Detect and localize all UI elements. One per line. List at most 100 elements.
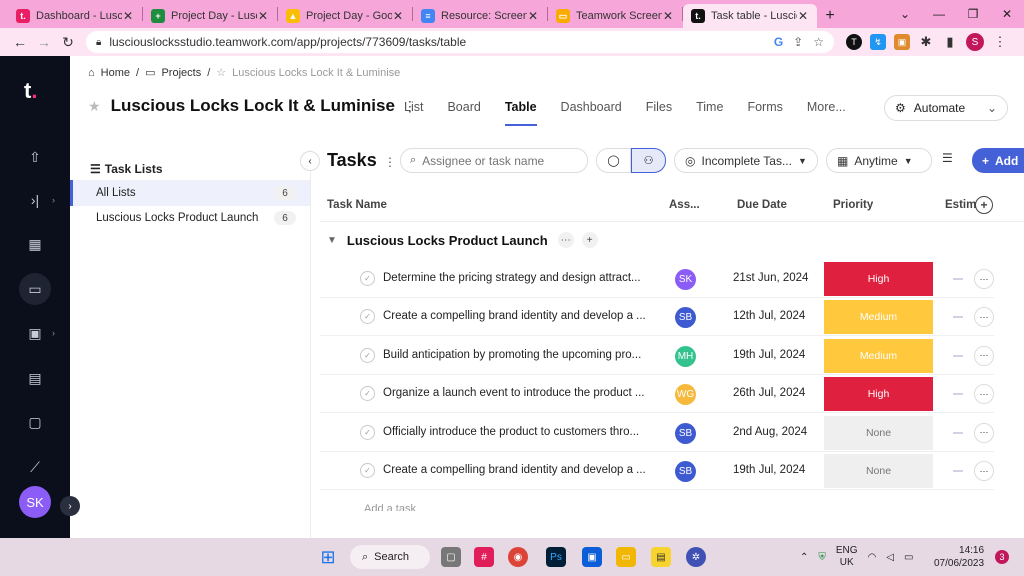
minimize-icon[interactable]: — [922, 0, 956, 28]
collapse-arrow-icon[interactable]: ›| [24, 189, 46, 211]
task-list-product-launch[interactable]: Luscious Locks Product Launch 6 [70, 205, 310, 231]
tab-time[interactable]: Time [696, 100, 723, 126]
complete-checkbox-icon[interactable]: ✓ [360, 424, 375, 440]
column-due-date[interactable]: Due Date [737, 199, 787, 211]
tab-close-icon[interactable]: ✕ [257, 9, 269, 23]
browser-tab[interactable]: ▭ Teamwork Screensh✕ [548, 4, 682, 28]
assignee-avatar[interactable]: SB [675, 461, 696, 482]
browser-tab[interactable]: t. Dashboard - Luscio ✕ [8, 4, 142, 28]
app-icon[interactable]: ✲ [686, 547, 706, 567]
browser-tab[interactable]: ≡ Resource: Screen Sh✕ [413, 4, 547, 28]
tab-files[interactable]: Files [646, 100, 672, 126]
task-name[interactable]: Officially introduce the product to cust… [383, 426, 645, 438]
slack-icon[interactable]: # [474, 547, 494, 567]
task-name[interactable]: Create a compelling brand identity and d… [383, 464, 645, 476]
breadcrumb-projects[interactable]: Projects [161, 67, 201, 79]
due-date[interactable]: 19th Jul, 2024 [733, 349, 805, 361]
task-view-icon[interactable]: ▢ [441, 547, 461, 567]
taskbar-search[interactable]: ⌕ Search [350, 545, 430, 569]
chrome-icon[interactable]: ◉ [508, 547, 528, 567]
rocket-icon[interactable]: ⇧ [24, 146, 46, 168]
tasks-options-icon[interactable]: ⋮ [384, 155, 396, 169]
back-icon[interactable]: ← [8, 34, 32, 50]
row-options-icon[interactable]: ⋯ [974, 269, 994, 289]
app-icon[interactable]: ▣ [582, 547, 602, 567]
reload-icon[interactable]: ↻ [56, 34, 80, 51]
chevron-down-icon[interactable]: ⌄ [987, 101, 997, 115]
task-name[interactable]: Organize a launch event to introduce the… [383, 387, 645, 399]
wifi-icon[interactable]: ◠ [868, 552, 877, 563]
sidepanel-icon[interactable]: ▮ [942, 34, 958, 50]
complete-checkbox-icon[interactable]: ✓ [360, 347, 375, 363]
group-options-icon[interactable]: ⋯ [557, 232, 574, 248]
trend-icon[interactable]: ⟋ [24, 456, 46, 478]
estimate-empty[interactable] [953, 470, 963, 472]
user-avatar[interactable]: SK [19, 486, 51, 518]
table-row[interactable]: ✓ Determine the pricing strategy and desi… [320, 260, 994, 298]
lock-icon[interactable]: 🔒︎ [96, 37, 101, 48]
tab-close-icon[interactable]: ✕ [392, 9, 404, 23]
browser-tab[interactable]: + Project Day - Luscio✕ [143, 4, 277, 28]
browser-tab[interactable]: ▲ Project Day - Goog ✕ [278, 4, 412, 28]
tab-search-icon[interactable]: ⌄ [888, 0, 922, 28]
add-task-button[interactable]: + Add [972, 148, 1024, 173]
teamwork-logo[interactable]: t. [24, 78, 37, 104]
shield-icon[interactable]: ⛨ [818, 552, 826, 563]
table-row[interactable]: ✓ Build anticipation by promoting the upc… [320, 337, 994, 375]
row-options-icon[interactable]: ⋯ [974, 307, 994, 328]
profile-avatar[interactable]: S [966, 33, 984, 51]
task-list-all[interactable]: All Lists 6 [70, 180, 310, 206]
bookmark-star-icon[interactable]: ☆ [813, 35, 824, 49]
wallet-icon[interactable]: ▢ [24, 411, 46, 433]
person-icon[interactable]: ◯ [596, 148, 631, 173]
extension-icon[interactable]: ↯ [870, 34, 886, 50]
task-name[interactable]: Create a compelling brand identity and d… [383, 310, 645, 322]
tab-table[interactable]: Table [504, 100, 537, 126]
windows-start-icon[interactable]: ⊞ [318, 547, 338, 567]
due-date[interactable]: 12th Jul, 2024 [733, 310, 805, 322]
task-name[interactable]: Determine the pricing strategy and desig… [383, 272, 645, 284]
add-column-icon[interactable]: + [975, 196, 993, 214]
folder-icon[interactable]: ▭ [19, 273, 51, 305]
clock[interactable]: 14:16 07/06/2023 [934, 544, 984, 570]
table-row[interactable]: ✓ Organize a launch event to introduce th… [320, 375, 994, 414]
filter-icon[interactable]: ☰ [942, 151, 953, 165]
search-input[interactable] [422, 153, 573, 168]
complete-checkbox-icon[interactable]: ✓ [360, 271, 375, 286]
estimate-empty[interactable] [953, 431, 963, 434]
estimate-empty[interactable] [953, 354, 963, 357]
estimate-empty[interactable] [953, 393, 963, 396]
row-options-icon[interactable]: ⋯ [974, 461, 994, 481]
priority-badge[interactable]: Medium [824, 338, 933, 373]
column-assignee[interactable]: Ass... [669, 199, 700, 211]
column-priority[interactable]: Priority [833, 199, 873, 211]
building-icon[interactable]: ▦ [24, 233, 46, 255]
add-a-task-link[interactable]: Add a task [364, 503, 416, 511]
column-task-name[interactable]: Task Name [327, 199, 387, 211]
assignee-avatar[interactable]: SK [675, 269, 696, 290]
file-explorer-icon[interactable]: ▭ [616, 547, 636, 567]
due-date[interactable]: 21st Jun, 2024 [733, 272, 808, 284]
tab-close-icon[interactable]: ✕ [527, 9, 539, 23]
volume-icon[interactable]: ◁ [886, 552, 894, 563]
due-date[interactable]: 2nd Aug, 2024 [733, 426, 807, 438]
chevron-up-icon[interactable]: ⌃ [800, 552, 808, 563]
automate-button[interactable]: ⚙ Automate ⌄ [884, 95, 1008, 121]
priority-badge[interactable]: None [824, 415, 933, 450]
assignee-avatar[interactable]: MH [675, 345, 696, 367]
assignee-avatar[interactable]: WG [675, 384, 696, 406]
row-options-icon[interactable]: ⋯ [974, 384, 994, 405]
status-filter[interactable]: ◎ Incomplete Tas... ▼ [674, 148, 818, 173]
priority-badge[interactable]: Medium [824, 300, 933, 335]
restore-icon[interactable]: ❐ [956, 0, 990, 28]
forward-icon[interactable]: → [32, 34, 56, 50]
expand-rail-icon[interactable]: › [60, 496, 80, 516]
table-row[interactable]: ✓ Create a compelling brand identity and … [320, 298, 994, 337]
complete-checkbox-icon[interactable]: ✓ [360, 463, 375, 478]
group-add-icon[interactable]: + [581, 232, 598, 248]
table-row[interactable]: ✓ Create a compelling brand identity and … [320, 452, 994, 490]
table-row[interactable]: ✓ Officially introduce the product to cus… [320, 414, 994, 452]
collapse-sidebar-icon[interactable]: ‹ [300, 151, 320, 171]
priority-badge[interactable]: High [824, 262, 933, 296]
row-options-icon[interactable]: ⋯ [974, 422, 994, 443]
